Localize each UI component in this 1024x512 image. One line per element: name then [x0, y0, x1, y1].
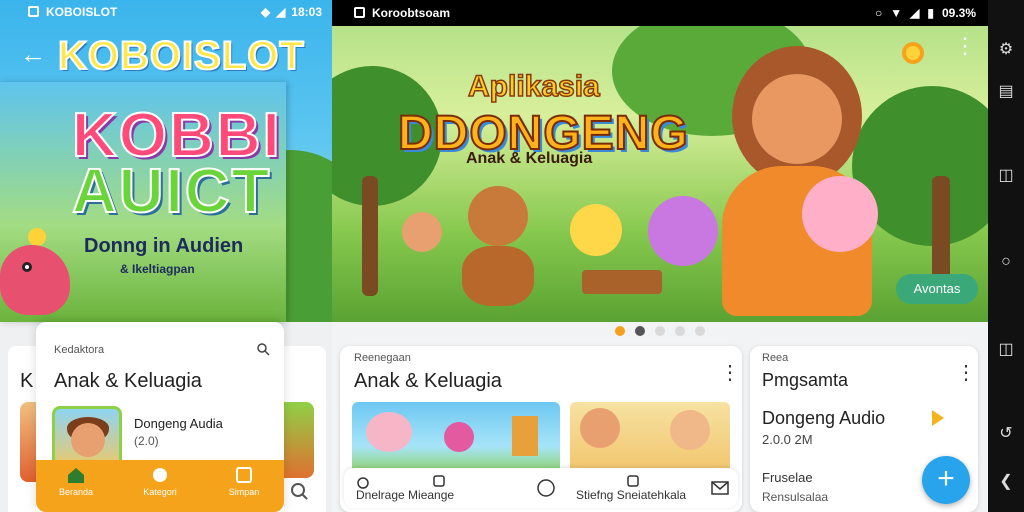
- feature-subtitle: Donng in Audien: [84, 235, 244, 257]
- nav-label: Beranda: [58, 487, 94, 497]
- signal-icon: ◢: [910, 6, 920, 20]
- sheet-category: Kedaktora: [54, 344, 105, 356]
- category-icon: [153, 468, 167, 482]
- nav-item-home[interactable]: Beranda: [46, 466, 106, 497]
- carousel-indicator: [332, 326, 988, 340]
- card-category: Reenegaan: [354, 352, 411, 364]
- bookmark-icon: [236, 467, 252, 483]
- screen: KOBOISLOT ◆ ◢ 18:03 ← KOBOISLOT KOBBI AU…: [0, 0, 1024, 512]
- wifi-icon: ◆: [260, 5, 271, 19]
- feature-title: KOBBI AUICT: [71, 101, 282, 226]
- peek-card-right[interactable]: [284, 346, 326, 512]
- program-sub: Rensulsalaa: [762, 490, 829, 504]
- peek-letter: K: [20, 370, 34, 392]
- item-title[interactable]: Dongeng Audia: [134, 416, 223, 431]
- bottom-nav: Beranda Kategori Simpan: [36, 460, 284, 512]
- sheet-title: Anak & Keluagia: [54, 370, 202, 392]
- more-icon[interactable]: ⋮: [720, 363, 740, 390]
- nav-item-saved[interactable]: Simpan: [214, 466, 274, 497]
- boy-character: [402, 212, 442, 252]
- mail-icon[interactable]: [710, 478, 730, 498]
- flower-icon: [28, 228, 46, 246]
- status-time: 18:03: [291, 5, 322, 19]
- program-title[interactable]: Dongeng Audio: [762, 408, 885, 429]
- peek-card-left[interactable]: K: [8, 346, 42, 512]
- card-category: Reea: [762, 352, 789, 364]
- nav-label: Simpan: [228, 487, 260, 497]
- nav-label: Kategori: [143, 487, 177, 497]
- baby-character: [802, 176, 878, 252]
- carousel-dot[interactable]: [695, 326, 705, 336]
- bar-label[interactable]: Stiefng Sneiatehkala: [576, 488, 686, 502]
- program-label: Fruselae: [762, 470, 813, 485]
- feature-subtitle-small: & Ikeltiagpan: [120, 262, 195, 276]
- purple-hair-girl: [648, 196, 718, 266]
- message-icon[interactable]: [626, 474, 640, 488]
- back-icon[interactable]: ❮: [996, 472, 1016, 492]
- item-meta: (2.0): [134, 434, 159, 448]
- play-icon[interactable]: [932, 410, 944, 426]
- more-icon[interactable]: ⋮: [956, 363, 976, 390]
- hero-title-line1: Aplikasia: [467, 69, 600, 104]
- program-meta: 2.0.0 2M: [762, 432, 813, 447]
- search-icon[interactable]: [290, 482, 310, 502]
- status-bar: Koroobtsoam ○ ▼ ◢ ▮ 09.3%: [332, 0, 988, 26]
- hero-action-button[interactable]: Avontas: [896, 274, 978, 304]
- table-illustration: [582, 270, 662, 294]
- alarm-icon: ○: [874, 6, 883, 20]
- search-icon[interactable]: [256, 342, 270, 356]
- feature-title-line1: KOBBI: [71, 101, 282, 170]
- recents-icon[interactable]: ◫: [996, 340, 1016, 360]
- settings-icon[interactable]: ⚙: [996, 40, 1016, 60]
- home-button-icon[interactable]: ○: [996, 252, 1016, 272]
- add-icon[interactable]: +: [922, 456, 970, 504]
- hero-banner[interactable]: Aplikasia DDONGENG Anak & Keluagia ⋮ Avo…: [332, 26, 988, 322]
- home-icon: [68, 468, 84, 483]
- bear-character: [468, 186, 528, 246]
- signal-icon: ◢: [276, 5, 286, 19]
- flower-icon: [902, 42, 924, 64]
- card-action-bar: Dnelrage Mieange Stiefng Sneiatehkala: [344, 468, 738, 508]
- nav-item-category[interactable]: Kategori: [130, 466, 190, 497]
- card-title: Anak & Keluagia: [354, 370, 502, 392]
- app-icon: [354, 7, 365, 18]
- cloud-icon[interactable]: [536, 478, 556, 498]
- bar-label[interactable]: Dnelrage Mieange: [356, 488, 454, 502]
- girl-character: [570, 204, 622, 256]
- card-thumbnail[interactable]: [570, 402, 730, 476]
- rotate-icon[interactable]: ↺: [996, 424, 1016, 444]
- system-nav-bar: ⚙ ▤ ◫ ○ ◫ ↺ ❮: [988, 0, 1024, 512]
- status-app-name: Koroobtsoam: [372, 6, 450, 20]
- status-app-name: KOBOISLOT: [46, 5, 118, 19]
- feature-title-line2: AUICT: [71, 157, 272, 226]
- card-thumbnail[interactable]: [352, 402, 560, 476]
- teacher-face: [752, 74, 842, 164]
- app-icon: [28, 6, 39, 17]
- bear-body: [462, 246, 534, 306]
- carousel-dot-active[interactable]: [615, 326, 625, 336]
- app-logo: KOBOISLOT: [57, 33, 305, 79]
- split-icon[interactable]: ◫: [996, 166, 1016, 186]
- more-icon[interactable]: ⋮: [954, 35, 976, 66]
- carousel-dot[interactable]: [675, 326, 685, 336]
- wifi-icon: ▼: [890, 6, 903, 20]
- back-arrow-icon[interactable]: ←: [20, 40, 48, 68]
- left-phone: KOBOISLOT ◆ ◢ 18:03 ← KOBOISLOT KOBBI AU…: [0, 0, 332, 512]
- carousel-dot[interactable]: [655, 326, 665, 336]
- bookmark-icon[interactable]: [432, 474, 446, 488]
- category-card[interactable]: Reenegaan Anak & Keluagia ⋮ Dnelrage Mie…: [340, 346, 742, 512]
- creature-eye: [22, 262, 32, 272]
- screenshot-icon[interactable]: ▤: [996, 82, 1016, 102]
- battery-level: 09.3%: [941, 6, 976, 20]
- hero-title-line3: Anak & Keluagia: [466, 150, 593, 167]
- card-title: Pmgsamta: [762, 370, 849, 390]
- status-bar: KOBOISLOT ◆ ◢ 18:03: [0, 0, 332, 24]
- right-phone: Koroobtsoam ○ ▼ ◢ ▮ 09.3% Aplikasia DDON…: [332, 0, 988, 512]
- battery-icon: ▮: [927, 6, 934, 20]
- carousel-dot[interactable]: [635, 326, 645, 336]
- peek-thumbnail: [284, 402, 314, 478]
